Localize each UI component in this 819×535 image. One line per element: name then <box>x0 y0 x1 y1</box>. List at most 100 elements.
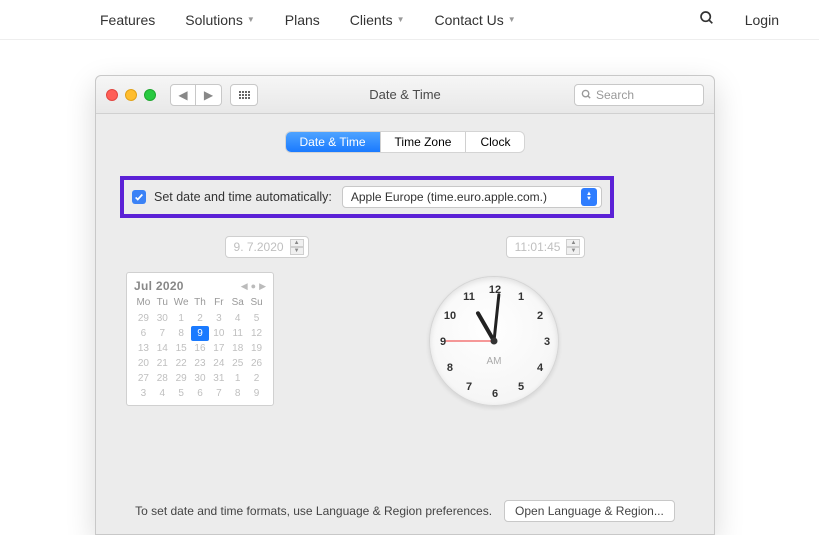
calendar-dow: Tu <box>153 297 172 311</box>
calendar-day[interactable]: 26 <box>247 356 266 371</box>
calendar-day[interactable]: 30 <box>191 371 210 386</box>
calendar-day[interactable]: 29 <box>172 371 191 386</box>
clock-number: 7 <box>466 381 472 393</box>
analog-clock: AM 123456789101112 <box>429 276 559 406</box>
calendar-day[interactable]: 19 <box>247 341 266 356</box>
calendar[interactable]: Jul 2020 ◀ ● ▶ MoTuWeThFrSaSu29301234567… <box>126 272 274 406</box>
clock-number: 8 <box>447 362 453 374</box>
calendar-day[interactable]: 30 <box>153 311 172 326</box>
time-stepper[interactable]: ▲▼ <box>566 239 580 255</box>
window-titlebar: ◀ ▶ Date & Time Search <box>96 76 714 114</box>
calendar-day[interactable]: 9 <box>191 326 210 341</box>
window-close-button[interactable] <box>106 89 118 101</box>
window-title: Date & Time <box>369 87 441 102</box>
calendar-day[interactable]: 29 <box>134 311 153 326</box>
show-all-button[interactable] <box>230 84 258 106</box>
tab-clock[interactable]: Clock <box>466 132 524 152</box>
tab-time-zone[interactable]: Time Zone <box>381 132 467 152</box>
calendar-day[interactable]: 21 <box>153 356 172 371</box>
back-button[interactable]: ◀ <box>170 84 196 106</box>
tab-date-time[interactable]: Date & Time <box>286 132 381 152</box>
calendar-dow: Mo <box>134 297 153 311</box>
nav-contact[interactable]: Contact Us▼ <box>435 12 516 28</box>
clock-number: 9 <box>440 336 446 348</box>
calendar-day[interactable]: 25 <box>228 356 247 371</box>
clock-ampm: AM <box>487 356 502 367</box>
calendar-day[interactable]: 1 <box>172 311 191 326</box>
calendar-day[interactable]: 10 <box>209 326 228 341</box>
clock-number: 2 <box>537 310 543 322</box>
calendar-day[interactable]: 7 <box>153 326 172 341</box>
calendar-day[interactable]: 24 <box>209 356 228 371</box>
calendar-day[interactable]: 3 <box>134 386 153 401</box>
nav-plans[interactable]: Plans <box>285 12 320 28</box>
time-server-dropdown[interactable]: Apple Europe (time.euro.apple.com.) ▲▼ <box>342 186 602 208</box>
calendar-day[interactable]: 14 <box>153 341 172 356</box>
auto-datetime-label: Set date and time automatically: <box>154 190 332 204</box>
calendar-today-icon[interactable]: ● <box>251 281 256 292</box>
footer: To set date and time formats, use Langua… <box>96 500 714 522</box>
auto-datetime-checkbox[interactable] <box>132 190 146 204</box>
calendar-day[interactable]: 17 <box>209 341 228 356</box>
calendar-day[interactable]: 8 <box>172 326 191 341</box>
calendar-dow: We <box>172 297 191 311</box>
calendar-day[interactable]: 23 <box>191 356 210 371</box>
calendar-day[interactable]: 15 <box>172 341 191 356</box>
calendar-day[interactable]: 8 <box>228 386 247 401</box>
time-input-value: 11:01:45 <box>515 240 561 254</box>
calendar-day[interactable]: 27 <box>134 371 153 386</box>
nav-solutions[interactable]: Solutions▼ <box>185 12 255 28</box>
window-search-input[interactable]: Search <box>574 84 704 106</box>
chevron-down-icon: ▼ <box>247 15 255 24</box>
date-input-value: 9. 7.2020 <box>234 240 284 254</box>
calendar-day[interactable]: 22 <box>172 356 191 371</box>
calendar-prev-icon[interactable]: ◀ <box>241 281 248 292</box>
calendar-day[interactable]: 5 <box>172 386 191 401</box>
calendar-dow: Th <box>191 297 210 311</box>
search-icon[interactable] <box>699 10 715 29</box>
preferences-window: ◀ ▶ Date & Time Search Date & Time Time … <box>95 75 715 535</box>
chevron-down-icon: ▼ <box>397 15 405 24</box>
calendar-dow: Sa <box>228 297 247 311</box>
calendar-day[interactable]: 5 <box>247 311 266 326</box>
calendar-day[interactable]: 18 <box>228 341 247 356</box>
nav-features[interactable]: Features <box>100 12 155 28</box>
calendar-month-label: Jul 2020 <box>134 279 184 293</box>
calendar-day[interactable]: 28 <box>153 371 172 386</box>
calendar-dow: Su <box>247 297 266 311</box>
calendar-day[interactable]: 1 <box>228 371 247 386</box>
calendar-next-icon[interactable]: ▶ <box>259 281 266 292</box>
login-link[interactable]: Login <box>745 12 779 28</box>
calendar-day[interactable]: 20 <box>134 356 153 371</box>
time-input[interactable]: 11:01:45 ▲▼ <box>506 236 586 258</box>
forward-button[interactable]: ▶ <box>196 84 222 106</box>
window-zoom-button[interactable] <box>144 89 156 101</box>
site-top-nav: Features Solutions▼ Plans Clients▼ Conta… <box>0 0 819 40</box>
calendar-day[interactable]: 2 <box>191 311 210 326</box>
calendar-day[interactable]: 6 <box>191 386 210 401</box>
calendar-day[interactable]: 16 <box>191 341 210 356</box>
date-stepper[interactable]: ▲▼ <box>290 239 304 255</box>
clock-number: 1 <box>518 291 524 303</box>
calendar-day[interactable]: 3 <box>209 311 228 326</box>
nav-clients[interactable]: Clients▼ <box>350 12 405 28</box>
calendar-day[interactable]: 6 <box>134 326 153 341</box>
calendar-day[interactable]: 9 <box>247 386 266 401</box>
calendar-day[interactable]: 31 <box>209 371 228 386</box>
chevron-down-icon: ▼ <box>508 15 516 24</box>
calendar-day[interactable]: 7 <box>209 386 228 401</box>
calendar-day[interactable]: 4 <box>153 386 172 401</box>
calendar-day[interactable]: 11 <box>228 326 247 341</box>
clock-number: 10 <box>444 310 456 322</box>
calendar-day[interactable]: 4 <box>228 311 247 326</box>
calendar-day[interactable]: 12 <box>247 326 266 341</box>
clock-number: 12 <box>489 284 501 296</box>
calendar-day[interactable]: 2 <box>247 371 266 386</box>
date-input[interactable]: 9. 7.2020 ▲▼ <box>225 236 309 258</box>
window-minimize-button[interactable] <box>125 89 137 101</box>
open-language-region-button[interactable]: Open Language & Region... <box>504 500 675 522</box>
calendar-day[interactable]: 13 <box>134 341 153 356</box>
dropdown-arrows-icon: ▲▼ <box>581 188 597 206</box>
search-placeholder: Search <box>596 88 634 102</box>
footer-text: To set date and time formats, use Langua… <box>135 504 492 518</box>
